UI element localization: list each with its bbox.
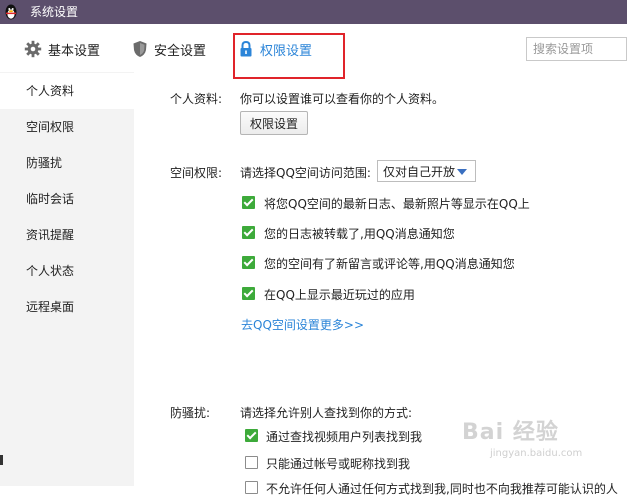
tab-label: 安全设置 bbox=[154, 43, 207, 59]
qq-penguin-icon bbox=[5, 4, 17, 20]
space-range-select[interactable]: 仅对自己开放 bbox=[377, 160, 476, 182]
tab-basic-settings[interactable]: 基本设置 bbox=[24, 38, 100, 60]
checkbox-label: 您的空间有了新留言或评论等,用QQ消息通知您 bbox=[264, 257, 515, 271]
checkbox-account-only[interactable] bbox=[245, 456, 258, 469]
watermark-logo: Bai 经验 bbox=[462, 420, 559, 445]
shield-icon bbox=[133, 41, 147, 57]
harassment-section-label: 防骚扰: bbox=[170, 406, 211, 420]
checkbox-no-one[interactable] bbox=[245, 481, 258, 494]
sidebar-item-remote-desktop[interactable]: 远程桌面 bbox=[0, 289, 134, 325]
checkbox-label: 将您QQ空间的最新日志、最新照片等显示在QQ上 bbox=[264, 197, 530, 211]
sidebar-item-anti-harassment[interactable]: 防骚扰 bbox=[0, 145, 134, 181]
checkbox-label: 只能通过帐号或昵称找到我 bbox=[266, 457, 411, 471]
checkbox-label: 通过查找视频用户列表找到我 bbox=[266, 430, 423, 444]
checkbox-new-comment[interactable] bbox=[242, 256, 255, 269]
sidebar-item-personal-status[interactable]: 个人状态 bbox=[0, 253, 134, 289]
checkbox-label: 您的日志被转载了,用QQ消息通知您 bbox=[264, 227, 455, 241]
checkbox-recent-apps[interactable] bbox=[242, 287, 255, 300]
sidebar-item-temp-session[interactable]: 临时会话 bbox=[0, 181, 134, 217]
tab-security-settings[interactable]: 安全设置 bbox=[132, 38, 206, 60]
permission-settings-button[interactable]: 权限设置 bbox=[240, 111, 308, 135]
baidu-watermark: Bai 经验 jingyan.baidu.com bbox=[462, 414, 612, 474]
checkbox-label: 在QQ上显示最近玩过的应用 bbox=[264, 288, 415, 302]
search-input[interactable] bbox=[526, 37, 627, 61]
profile-section-label: 个人资料: bbox=[170, 92, 223, 106]
checkbox-show-latest[interactable] bbox=[242, 196, 255, 209]
dropdown-arrow-icon bbox=[457, 169, 467, 175]
checkbox-video-user-list[interactable] bbox=[245, 429, 258, 442]
space-range-value: 仅对自己开放 bbox=[383, 164, 456, 179]
checkbox-log-reposted[interactable] bbox=[242, 226, 255, 239]
tab-label: 基本设置 bbox=[48, 43, 101, 59]
sidebar-item-news-reminder[interactable]: 资讯提醒 bbox=[0, 217, 134, 253]
title-bar[interactable]: 系统设置 bbox=[0, 0, 627, 24]
window-edge bbox=[0, 455, 3, 465]
more-space-settings-link[interactable]: 去QQ空间设置更多>> bbox=[241, 316, 364, 333]
checkbox-label: 不允许任何人通过任何方式找到我,同时也不向我推荐可能认识的人 bbox=[266, 482, 618, 496]
highlight-annotation bbox=[233, 33, 345, 79]
space-section-label: 空间权限: bbox=[170, 166, 223, 180]
harassment-prompt: 请选择允许别人查找到你的方式: bbox=[240, 406, 413, 420]
sidebar-item-profile[interactable]: 个人资料 bbox=[0, 73, 134, 109]
sidebar: 个人资料 空间权限 防骚扰 临时会话 资讯提醒 个人状态 远程桌面 bbox=[0, 72, 134, 486]
profile-description: 你可以设置谁可以查看你的个人资料。 bbox=[240, 92, 445, 106]
gear-icon bbox=[24, 40, 42, 58]
window-title: 系统设置 bbox=[30, 5, 79, 19]
space-range-label: 请选择QQ空间访问范围: bbox=[240, 166, 371, 180]
watermark-url: jingyan.baidu.com bbox=[490, 448, 583, 459]
sidebar-item-space-permission[interactable]: 空间权限 bbox=[0, 109, 134, 145]
